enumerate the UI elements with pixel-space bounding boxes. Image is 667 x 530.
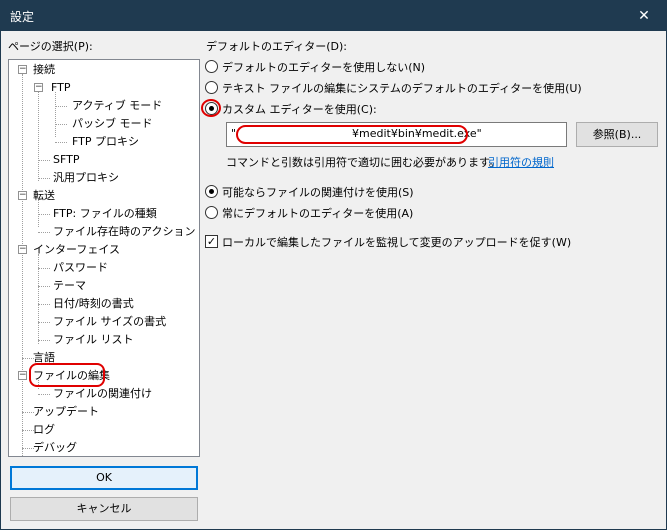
title-bar: 設定 ✕ — [0, 0, 667, 31]
tree-line — [38, 232, 50, 233]
tree-item-file-lists[interactable]: ファイル リスト — [53, 331, 134, 348]
tree-item-debug[interactable]: デバッグ — [33, 439, 77, 456]
radio-system-editor[interactable] — [205, 81, 218, 94]
radio-no-default-editor-label[interactable]: デフォルトのエディターを使用しない(N) — [222, 59, 425, 75]
tree-line — [38, 160, 50, 161]
radio-no-default-editor[interactable] — [205, 60, 218, 73]
default-editor-heading: デフォルトのエディター(D): — [206, 40, 347, 53]
window-title: 設定 — [10, 10, 35, 24]
radio-system-editor-label[interactable]: テキスト ファイルの編集にシステムのデフォルトのエディターを使用(U) — [222, 80, 582, 96]
tree-item-ftp[interactable]: FTP — [51, 79, 71, 96]
tree-item-file-size-format[interactable]: ファイル サイズの書式 — [53, 313, 166, 330]
tree-line — [55, 142, 67, 143]
quoting-rules-link[interactable]: 引用符の規則 — [488, 154, 554, 170]
annotation-highlight — [201, 99, 221, 117]
tree-line — [38, 214, 50, 215]
tree-item-file-associations[interactable]: ファイルの関連付け — [53, 385, 152, 402]
tree-line — [38, 322, 50, 323]
radio-always-default[interactable] — [205, 206, 218, 219]
watch-local-files-label[interactable]: ローカルで編集したファイルを監視して変更のアップロードを促す(W) — [222, 234, 571, 250]
collapse-icon[interactable]: − — [18, 191, 27, 200]
annotation-highlight — [29, 363, 105, 387]
collapse-icon[interactable]: − — [18, 65, 27, 74]
collapse-icon[interactable]: − — [18, 245, 27, 254]
tree-item-sftp[interactable]: SFTP — [53, 151, 79, 168]
tree-line — [38, 178, 50, 179]
tree-item-connection[interactable]: 接続 — [33, 61, 55, 78]
close-button[interactable]: ✕ — [621, 0, 667, 31]
tree-item-passwords[interactable]: パスワード — [53, 259, 108, 276]
tree-line — [38, 304, 50, 305]
tree-item-generic-proxy[interactable]: 汎用プロキシ — [53, 169, 119, 186]
tree-line — [38, 268, 50, 269]
tree-line — [38, 286, 50, 287]
cancel-button[interactable]: キャンセル — [10, 497, 198, 521]
tree-line — [38, 83, 39, 181]
tree-line — [55, 92, 56, 137]
tree-item-ftp-proxy[interactable]: FTP プロキシ — [72, 133, 139, 150]
radio-use-associations[interactable] — [205, 185, 218, 198]
tree-line — [38, 340, 50, 341]
custom-editor-path-input[interactable]: " ¥medit¥bin¥medit.exe" — [226, 122, 567, 147]
radio-always-default-label[interactable]: 常にデフォルトのエディターを使用(A) — [222, 205, 413, 221]
tree-item-passive-mode[interactable]: パッシブ モード — [72, 115, 153, 132]
radio-custom-editor-label[interactable]: カスタム エディターを使用(C): — [222, 101, 377, 117]
page-tree[interactable]: − − − − − 接続 FTP アクティブ モード パッシブ モード FTP … — [8, 59, 200, 457]
tree-item-file-types[interactable]: FTP: ファイルの種類 — [53, 205, 157, 222]
tree-item-themes[interactable]: テーマ — [53, 277, 86, 294]
watch-local-files-checkbox[interactable]: ✓ — [205, 235, 218, 248]
browse-button[interactable]: 参照(B)... — [576, 122, 658, 147]
tree-item-logging[interactable]: ログ — [33, 421, 55, 438]
tree-line — [22, 74, 23, 456]
tree-item-interface[interactable]: インターフェイス — [33, 241, 120, 258]
tree-item-updates[interactable]: アップデート — [33, 403, 99, 420]
tree-line — [38, 394, 50, 395]
checkmark-icon: ✓ — [206, 235, 217, 248]
radio-use-associations-label[interactable]: 可能ならファイルの関連付けを使用(S) — [222, 184, 414, 200]
tree-line — [55, 106, 67, 107]
close-icon: ✕ — [638, 7, 650, 24]
ok-button[interactable]: OK — [10, 466, 198, 490]
tree-line — [55, 124, 67, 125]
tree-item-active-mode[interactable]: アクティブ モード — [72, 97, 162, 114]
tree-item-transfer[interactable]: 転送 — [33, 187, 55, 204]
settings-dialog: ページの選択(P): − − − − − 接続 FTP アクティブ モード パッ… — [0, 31, 667, 530]
collapse-icon[interactable]: − — [18, 371, 27, 380]
collapse-icon[interactable]: − — [34, 83, 43, 92]
tree-item-date-time-format[interactable]: 日付/時刻の書式 — [53, 295, 134, 312]
quoting-hint: コマンドと引数は引用符で適切に囲む必要があります。 — [226, 156, 500, 169]
page-selection-label: ページの選択(P): — [8, 40, 93, 53]
annotation-highlight — [236, 125, 468, 144]
tree-item-file-exists-action[interactable]: ファイル存在時のアクション — [53, 223, 195, 240]
